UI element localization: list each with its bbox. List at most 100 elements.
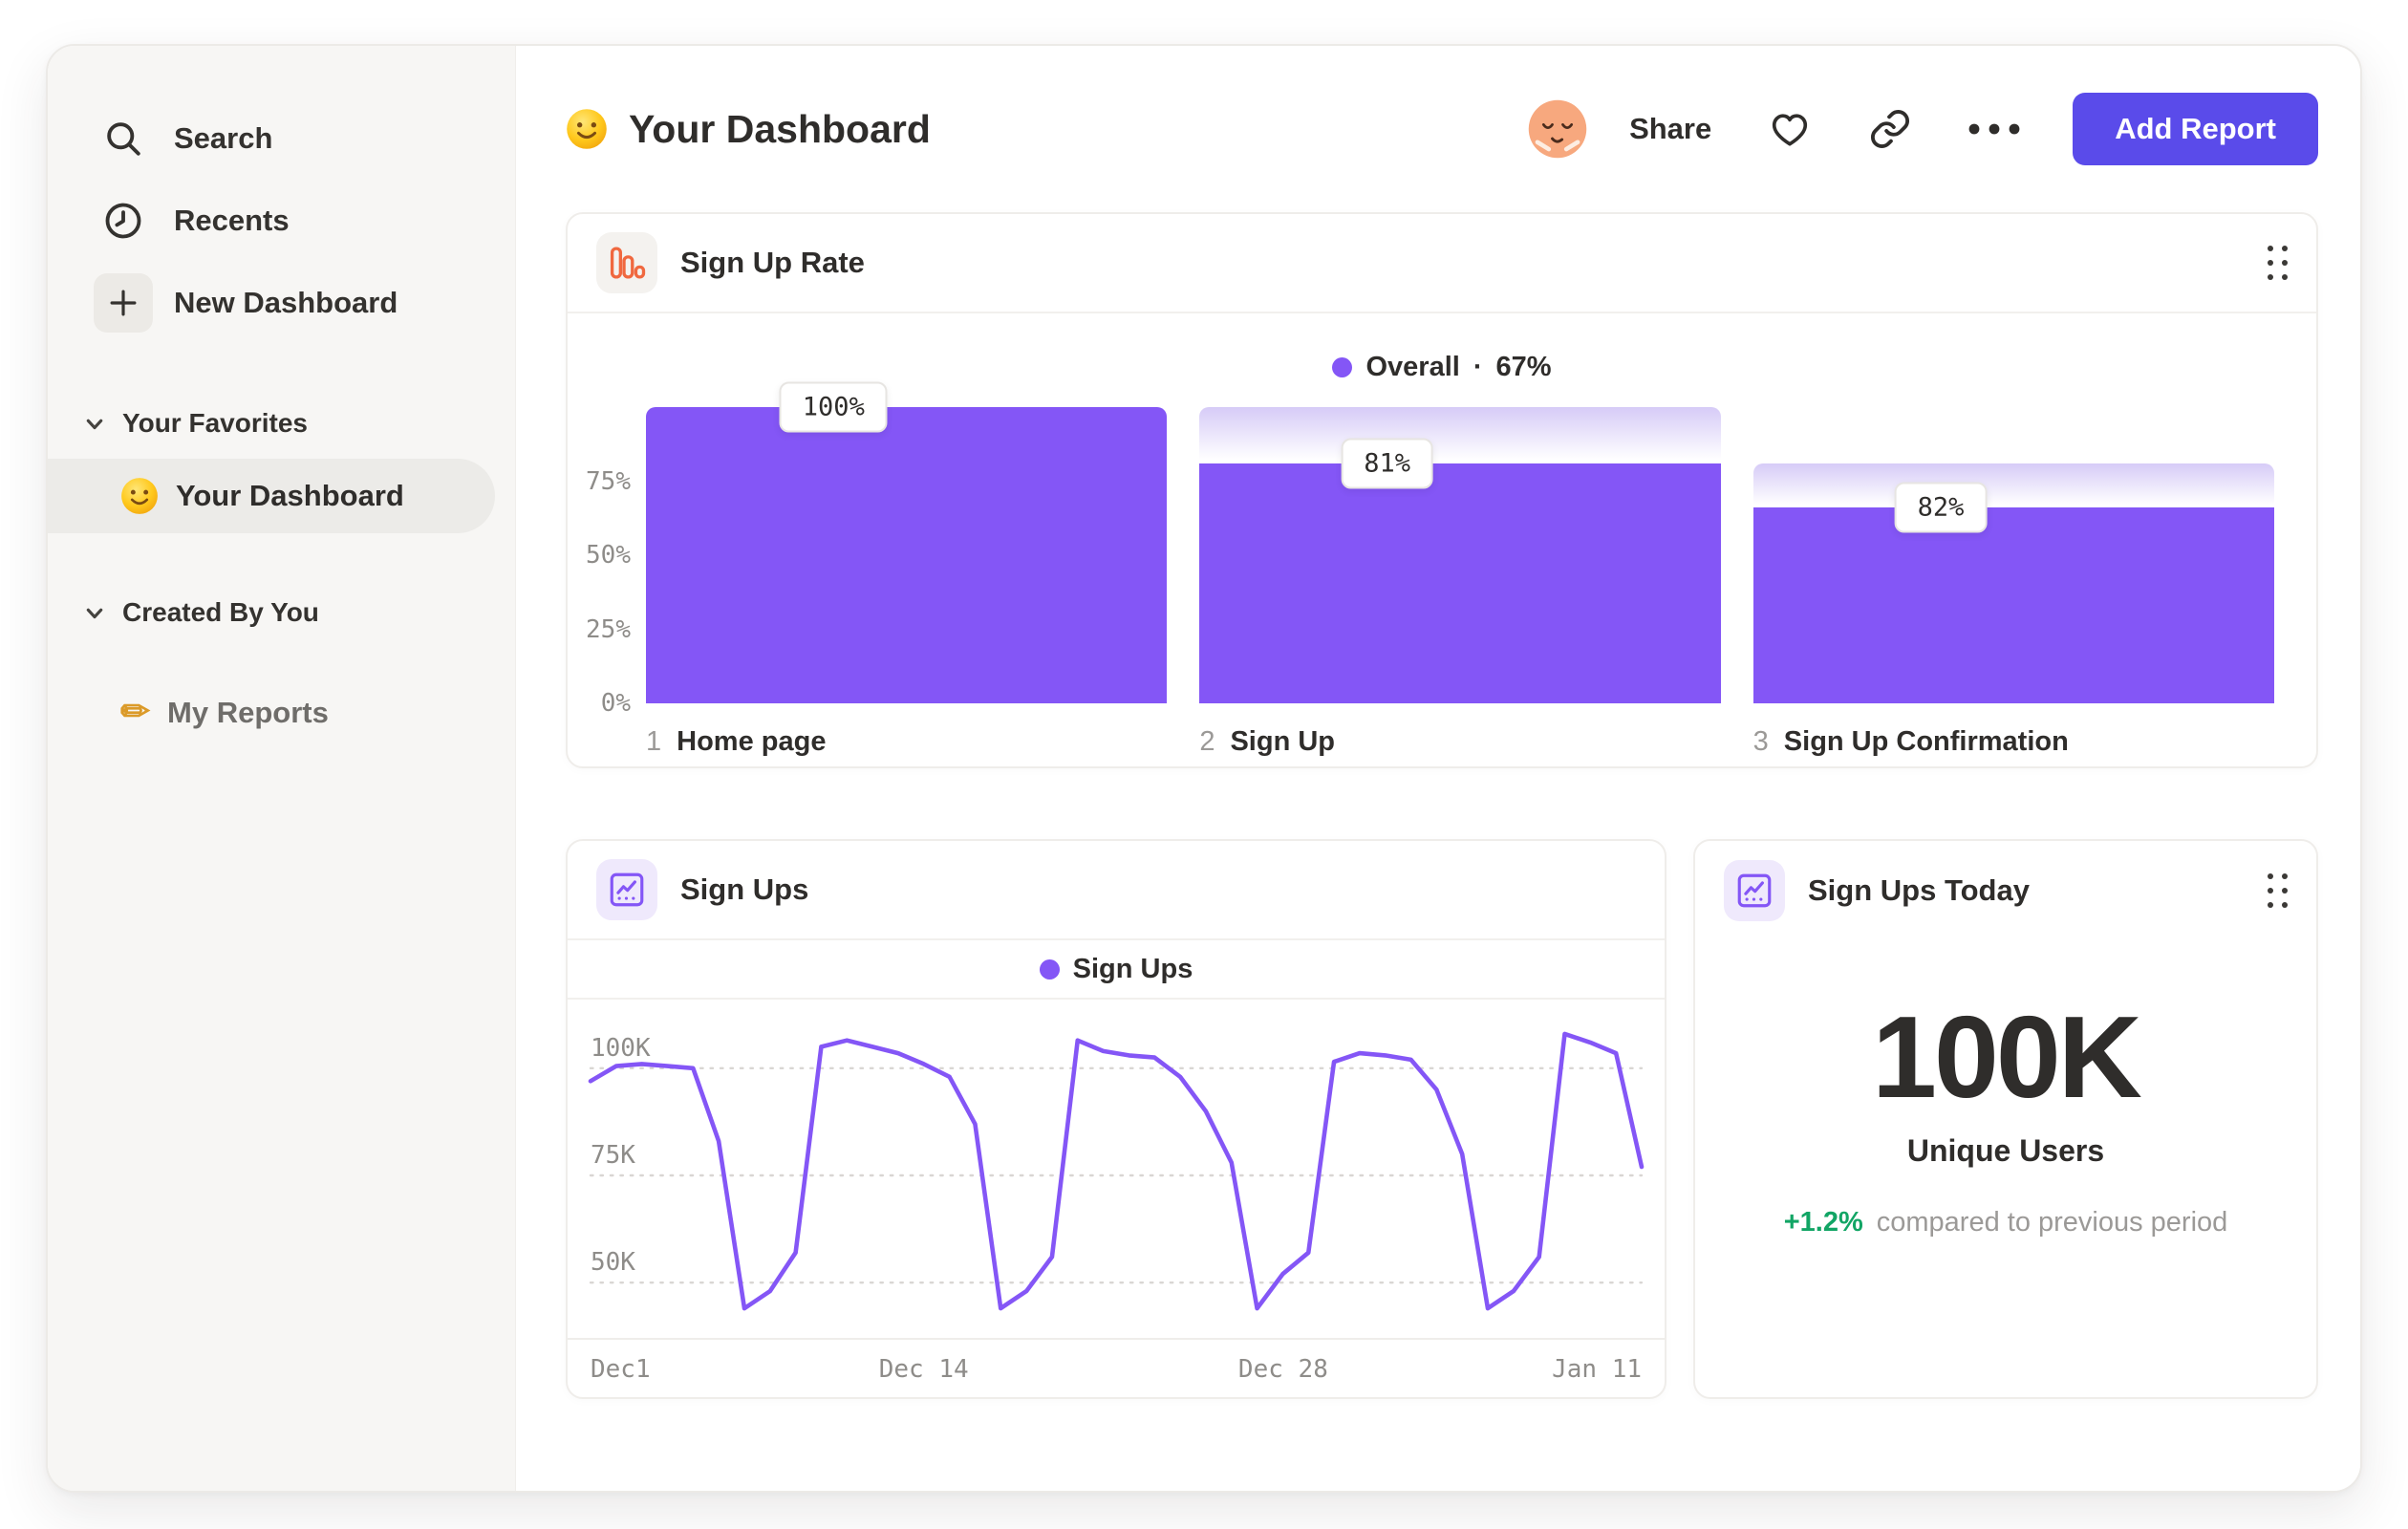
sign-ups-card: Sign Ups Sign Ups 100K 75K 50K Dec1 Dec 14 D… bbox=[566, 839, 1666, 1399]
sign-ups-today-card: Sign Ups Today 100K Unique Users +1.2% c… bbox=[1693, 839, 2318, 1399]
funnel-step-label: 1 Home page bbox=[646, 726, 1167, 758]
funnel-y-tick: 0% bbox=[600, 689, 631, 718]
funnel-bar[interactable] bbox=[646, 407, 1168, 703]
card-title: Sign Up Rate bbox=[680, 246, 865, 279]
legend-separator: · bbox=[1473, 351, 1483, 382]
line-legend: Sign Ups bbox=[568, 940, 1665, 1000]
step-name: Sign Up bbox=[1230, 726, 1336, 757]
favorite-heart-icon[interactable] bbox=[1767, 107, 1813, 151]
plus-icon bbox=[94, 273, 153, 333]
sidebar-item-label: My Reports bbox=[167, 696, 329, 729]
legend-dot bbox=[1039, 958, 1060, 980]
line-x-tick: Dec 14 bbox=[878, 1355, 969, 1384]
metric-delta: +1.2% compared to previous period bbox=[1784, 1207, 2228, 1238]
section-your-favorites[interactable]: Your Favorites bbox=[48, 396, 515, 451]
funnel-bar-area: 82% bbox=[1752, 407, 2274, 703]
sidebar-item-my-reports[interactable]: ✏ My Reports bbox=[48, 675, 515, 751]
step-number: 2 bbox=[1199, 726, 1215, 757]
step-number: 3 bbox=[1752, 726, 1769, 757]
funnel-bar-ghost bbox=[1752, 463, 2274, 508]
smiley-emoji-icon bbox=[566, 108, 608, 150]
pencil-icon: ✏ bbox=[120, 691, 151, 731]
clock-icon bbox=[94, 191, 153, 250]
legend-value: 67% bbox=[1495, 351, 1552, 382]
conversion-badge: 81% bbox=[1341, 438, 1434, 489]
funnel-y-tick: 75% bbox=[586, 466, 631, 496]
section-created-by-you[interactable]: Created By You bbox=[48, 585, 515, 640]
legend-label: Sign Ups bbox=[1072, 953, 1193, 984]
sidebar-item-label: Your Dashboard bbox=[176, 479, 404, 512]
section-label: Your Favorites bbox=[122, 408, 308, 438]
app-window: Search Recents New Dashboard Your Favori… bbox=[46, 44, 2362, 1493]
page-title-text: Your Dashboard bbox=[629, 106, 931, 151]
sidebar: Search Recents New Dashboard Your Favori… bbox=[48, 46, 516, 1491]
step-number: 1 bbox=[646, 726, 662, 757]
card-header: Sign Up Rate bbox=[568, 214, 2316, 313]
chevron-down-icon bbox=[84, 416, 105, 431]
sidebar-item-recents[interactable]: Recents bbox=[48, 180, 515, 262]
x-axis-labels: Dec1 Dec 14 Dec 28 Jan 11 bbox=[591, 1340, 1642, 1395]
line-x-tick: Dec 28 bbox=[1237, 1355, 1328, 1384]
funnel-step[interactable]: 100% 1 Home page bbox=[646, 381, 1168, 758]
chevron-down-icon bbox=[84, 605, 105, 620]
dashboard-header: Your Dashboard Share Add Report bbox=[566, 90, 2318, 168]
funnel-y-tick: 50% bbox=[586, 541, 631, 570]
sidebar-item-your-dashboard[interactable]: Your Dashboard bbox=[48, 459, 495, 533]
metric-label: Unique Users bbox=[1906, 1133, 2105, 1168]
drag-handle-icon[interactable] bbox=[2268, 873, 2288, 908]
line-chart: 100K 75K 50K Dec1 Dec 14 Dec 28 Jan 11 bbox=[568, 1000, 1665, 1397]
funnel-step[interactable]: 81% 2 Sign Up bbox=[1199, 407, 1721, 758]
card-header: Sign Ups bbox=[568, 841, 1665, 940]
line-chart-icon bbox=[596, 859, 657, 920]
conversion-badge: 82% bbox=[1894, 482, 1988, 533]
delta-note: compared to previous period bbox=[1876, 1207, 2228, 1238]
line-plot-area: 100K 75K 50K bbox=[588, 1017, 1645, 1334]
share-button[interactable]: Share bbox=[1629, 112, 1711, 146]
delta-percent: +1.2% bbox=[1783, 1207, 1863, 1238]
add-report-button[interactable]: Add Report bbox=[2073, 93, 2318, 165]
funnel-bar-area: 100% bbox=[646, 381, 1168, 703]
funnel-columns: 100% 1 Home page 81% 2 Sign Up 82% 3 Sign Up Con… bbox=[646, 381, 2274, 758]
page-title: Your Dashboard bbox=[566, 107, 931, 152]
funnel-y-axis: 75% 50% 25% 0% bbox=[568, 407, 646, 719]
card-title: Sign Ups Today bbox=[1808, 873, 2030, 907]
funnel-bar-area: 81% bbox=[1199, 407, 1721, 703]
funnel-bar[interactable] bbox=[1199, 463, 1721, 703]
legend-label: Overall bbox=[1365, 351, 1460, 382]
line-y-tick: 75K bbox=[591, 1141, 635, 1170]
line-x-tick: Jan 11 bbox=[1552, 1355, 1642, 1384]
section-label: Created By You bbox=[122, 597, 319, 627]
sidebar-item-label: Recents bbox=[174, 204, 290, 237]
funnel-chart: 75% 50% 25% 0% 100% 1 Home page 81% 2 Sign Up 82%… bbox=[568, 381, 2316, 758]
legend-dot bbox=[1332, 356, 1353, 377]
sign-up-rate-card: Sign Up Rate Overall · 67% 75% 50% 25% 0% 1… bbox=[566, 212, 2318, 768]
step-name: Home page bbox=[677, 726, 827, 757]
sidebar-item-label: New Dashboard bbox=[174, 286, 398, 319]
line-y-tick: 100K bbox=[591, 1033, 651, 1063]
step-name: Sign Up Confirmation bbox=[1783, 726, 2069, 757]
sidebar-item-new-dashboard[interactable]: New Dashboard bbox=[48, 262, 515, 344]
line-chart-icon bbox=[1724, 860, 1785, 921]
funnel-step-label: 3 Sign Up Confirmation bbox=[1753, 726, 2274, 758]
funnel-bar-ghost bbox=[1199, 407, 1721, 463]
metric-value: 100K bbox=[1872, 992, 2142, 1122]
funnel-y-tick: 25% bbox=[586, 614, 631, 644]
card-header: Sign Ups Today bbox=[1695, 841, 2316, 940]
smiley-emoji-icon bbox=[120, 477, 159, 515]
metric-body: 100K Unique Users +1.2% compared to prev… bbox=[1695, 940, 2316, 1238]
funnel-bar[interactable] bbox=[1752, 507, 2274, 703]
sidebar-item-search[interactable]: Search bbox=[48, 97, 515, 180]
more-options-icon[interactable] bbox=[1967, 122, 2021, 136]
line-y-tick: 50K bbox=[591, 1248, 635, 1278]
drag-handle-icon[interactable] bbox=[2268, 246, 2288, 280]
sidebar-item-label: Search bbox=[174, 121, 273, 155]
copy-link-icon[interactable] bbox=[1868, 107, 1912, 151]
funnel-step[interactable]: 82% 3 Sign Up Confirmation bbox=[1752, 407, 2274, 758]
main-content: Your Dashboard Share Add Report Sign Up … bbox=[516, 46, 2360, 1491]
card-title: Sign Ups bbox=[680, 872, 809, 906]
funnel-step-label: 2 Sign Up bbox=[1199, 726, 1720, 758]
bar-chart-icon bbox=[596, 232, 657, 293]
avatar[interactable] bbox=[1526, 97, 1589, 161]
search-icon bbox=[94, 109, 153, 168]
conversion-badge: 100% bbox=[779, 381, 888, 433]
